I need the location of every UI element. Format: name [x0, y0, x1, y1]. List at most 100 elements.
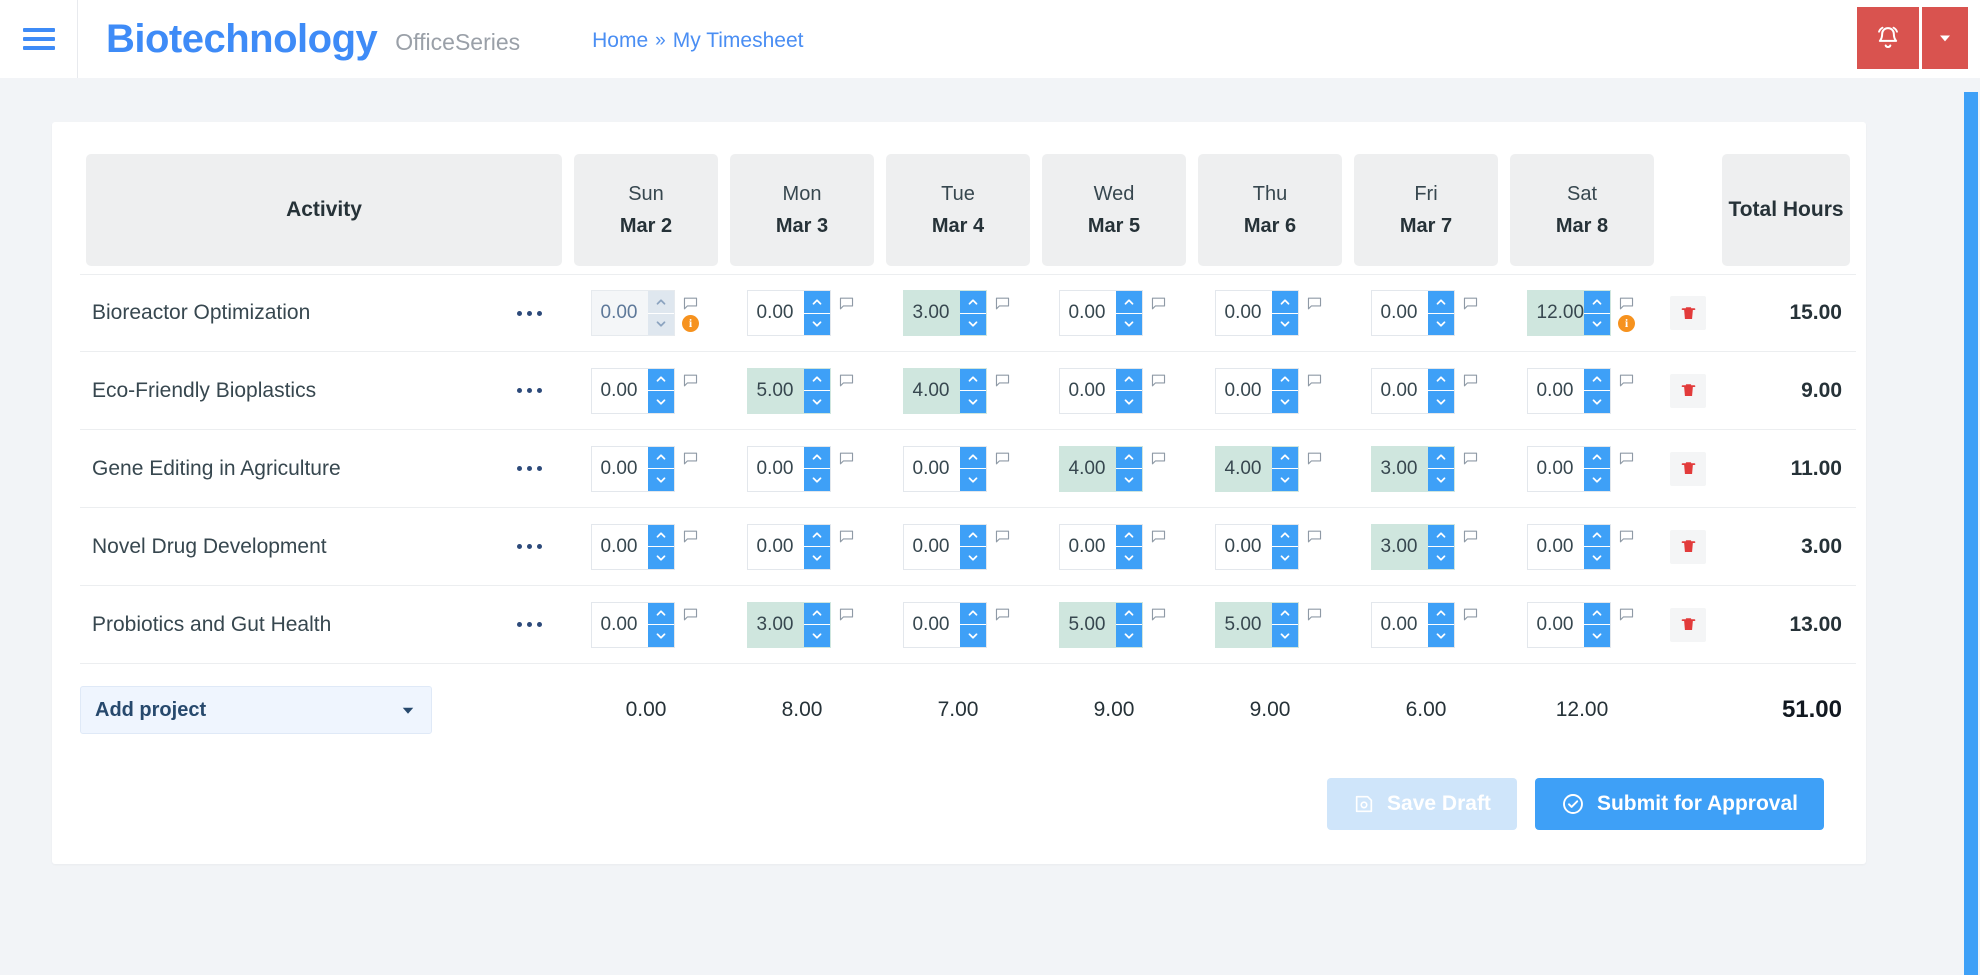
row-menu-button[interactable] [511, 301, 548, 326]
decrement-button[interactable] [1427, 546, 1454, 569]
decrement-button[interactable] [647, 624, 674, 647]
comment-icon[interactable] [1618, 295, 1635, 312]
comment-icon[interactable] [1306, 372, 1323, 389]
row-menu-button[interactable] [511, 534, 548, 559]
hours-spinner[interactable]: 12.00 [1526, 290, 1611, 336]
increment-button[interactable] [1427, 446, 1454, 468]
increment-button[interactable] [1271, 602, 1298, 624]
hours-input[interactable]: 0.00 [1528, 603, 1584, 647]
hours-input[interactable]: 0.00 [904, 603, 960, 647]
increment-button[interactable] [1583, 446, 1610, 468]
hours-input[interactable]: 12.00 [1528, 291, 1585, 335]
hours-input[interactable]: 0.00 [592, 525, 648, 569]
decrement-button[interactable] [803, 390, 830, 413]
decrement-button[interactable] [1427, 468, 1454, 491]
info-badge-icon[interactable]: i [682, 314, 699, 332]
comment-icon[interactable] [682, 528, 699, 545]
hours-spinner[interactable]: 0.00 [746, 290, 831, 336]
comment-icon[interactable] [1462, 295, 1479, 312]
comment-icon[interactable] [1306, 295, 1323, 312]
hours-input[interactable]: 5.00 [1060, 603, 1116, 647]
row-menu-button[interactable] [511, 456, 548, 481]
increment-button[interactable] [1427, 602, 1454, 624]
comment-icon[interactable] [994, 295, 1011, 312]
comment-icon[interactable] [1618, 372, 1635, 389]
decrement-button[interactable] [1583, 546, 1610, 569]
increment-button[interactable] [803, 524, 830, 546]
hours-spinner[interactable]: 0.00 [590, 601, 675, 648]
increment-button[interactable] [959, 602, 986, 624]
increment-button[interactable] [1115, 524, 1142, 546]
increment-button[interactable] [959, 446, 986, 468]
comment-icon[interactable] [1462, 372, 1479, 389]
decrement-button[interactable] [1271, 468, 1298, 491]
delete-row-button[interactable] [1670, 607, 1706, 642]
hours-spinner[interactable]: 0.00 [1526, 367, 1611, 414]
breadcrumb-current-link[interactable]: My Timesheet [673, 29, 804, 53]
delete-row-button[interactable] [1670, 373, 1706, 408]
hours-input[interactable]: 5.00 [1216, 603, 1272, 647]
increment-button[interactable] [1115, 446, 1142, 468]
hours-input[interactable]: 0.00 [748, 525, 804, 569]
comment-icon[interactable] [838, 606, 855, 623]
info-badge-icon[interactable]: i [1618, 314, 1635, 332]
hours-spinner[interactable]: 0.00 [1058, 367, 1143, 414]
increment-button[interactable] [1271, 368, 1298, 390]
increment-button[interactable] [647, 446, 674, 468]
hours-spinner[interactable]: 4.00 [1058, 445, 1143, 492]
hours-spinner[interactable]: 0.00 [1214, 523, 1299, 570]
decrement-button[interactable] [959, 624, 986, 647]
comment-icon[interactable] [682, 372, 699, 389]
delete-row-button[interactable] [1670, 529, 1706, 564]
comment-icon[interactable] [994, 528, 1011, 545]
save-draft-button[interactable]: Save Draft [1327, 778, 1517, 830]
decrement-button[interactable] [959, 468, 986, 491]
comment-icon[interactable] [994, 606, 1011, 623]
comment-icon[interactable] [838, 372, 855, 389]
hours-input[interactable]: 3.00 [1372, 525, 1428, 569]
delete-row-button[interactable] [1670, 451, 1706, 486]
hours-input[interactable]: 0.00 [1216, 369, 1272, 413]
hours-input[interactable]: 0.00 [1216, 291, 1272, 335]
increment-button[interactable] [1271, 446, 1298, 468]
increment-button[interactable] [959, 291, 986, 313]
hours-input[interactable]: 0.00 [1372, 603, 1428, 647]
decrement-button[interactable] [1427, 312, 1454, 335]
hours-spinner[interactable]: 0.00 [746, 445, 831, 492]
comment-icon[interactable] [1462, 528, 1479, 545]
increment-button[interactable] [1115, 291, 1142, 313]
hours-spinner[interactable]: 3.00 [902, 290, 987, 336]
menu-toggle-button[interactable] [0, 0, 78, 78]
row-menu-button[interactable] [511, 612, 548, 637]
hours-input[interactable]: 3.00 [748, 603, 804, 647]
hours-input[interactable]: 0.00 [1372, 291, 1428, 335]
decrement-button[interactable] [959, 546, 986, 569]
alarm-dropdown-button[interactable] [1922, 7, 1968, 69]
hours-spinner[interactable]: 0.00 [590, 523, 675, 570]
decrement-button[interactable] [803, 546, 830, 569]
hours-spinner[interactable]: 0.00 [590, 445, 675, 492]
decrement-button[interactable] [1115, 312, 1142, 335]
increment-button[interactable] [647, 368, 674, 390]
comment-icon[interactable] [1618, 606, 1635, 623]
decrement-button[interactable] [1271, 624, 1298, 647]
comment-icon[interactable] [1150, 606, 1167, 623]
comment-icon[interactable] [838, 450, 855, 467]
row-menu-button[interactable] [511, 378, 548, 403]
comment-icon[interactable] [1306, 528, 1323, 545]
hours-spinner[interactable]: 0.00 [902, 445, 987, 492]
decrement-button[interactable] [647, 468, 674, 491]
comment-icon[interactable] [1150, 295, 1167, 312]
hours-input[interactable]: 0.00 [904, 447, 960, 491]
increment-button[interactable] [959, 524, 986, 546]
increment-button[interactable] [1115, 602, 1142, 624]
hours-spinner[interactable]: 3.00 [746, 601, 831, 648]
comment-icon[interactable] [838, 295, 855, 312]
hours-spinner[interactable]: 0.00 [1526, 523, 1611, 570]
decrement-button[interactable] [647, 546, 674, 569]
hours-input[interactable]: 0.00 [1528, 369, 1584, 413]
decrement-button[interactable] [803, 468, 830, 491]
hours-spinner[interactable]: 0.00 [590, 367, 675, 414]
hours-input[interactable]: 0.00 [748, 291, 804, 335]
decrement-button[interactable] [1115, 546, 1142, 569]
